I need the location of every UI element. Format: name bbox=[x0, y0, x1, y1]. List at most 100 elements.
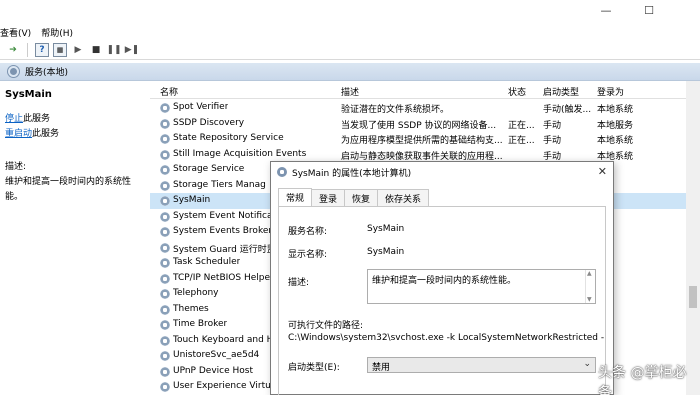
cell-startup: 手动(触发... bbox=[543, 105, 592, 115]
help-icon[interactable]: ? bbox=[35, 42, 49, 57]
cell-status: 正在... bbox=[508, 120, 535, 131]
service-gear-icon bbox=[160, 382, 170, 392]
description-textbox[interactable]: 维护和提高一段时间内的系统性能。 bbox=[367, 269, 596, 304]
stop-suffix: 此服务 bbox=[23, 114, 51, 124]
cell-name: System Events Broker bbox=[173, 226, 273, 236]
display-name-label: 显示名称: bbox=[288, 250, 328, 260]
toolbar: ➔ ? ▦ ▶ ■ ❚❚ ▶❚ bbox=[0, 40, 700, 60]
cell-name: TCP/IP NetBIOS Helpe bbox=[173, 272, 270, 283]
desc-label: 描述: bbox=[5, 162, 27, 172]
service-detail-panel: SysMain 停止此服务 重启动此服务 描述: 维护和提高一段时间内的系统性能… bbox=[0, 81, 150, 395]
table-row[interactable]: State Repository Service 为应用程序模型提供所需的基础结构… bbox=[150, 131, 690, 147]
col-startup[interactable]: 启动类型 bbox=[543, 85, 579, 98]
column-header-row: 名称 描述 状态 启动类型 登录为 bbox=[150, 81, 690, 99]
cell-name: UPnP Device Host bbox=[173, 365, 253, 376]
service-gear-icon bbox=[160, 118, 170, 129]
restart-suffix: 此服务 bbox=[32, 129, 60, 139]
service-gear-icon bbox=[160, 258, 170, 268]
pause-icon[interactable]: ❚❚ bbox=[106, 43, 121, 57]
watermark: 头条 @掌柜必备 bbox=[598, 365, 687, 395]
cell-desc: 验证潜在的文件系统损坏。 bbox=[341, 105, 450, 115]
cell-name: Storage Service bbox=[173, 164, 245, 174]
restart-icon[interactable]: ▶❚ bbox=[125, 43, 139, 57]
cell-name: SysMain bbox=[173, 195, 211, 205]
tab-logon[interactable]: 登录 bbox=[311, 189, 346, 206]
dialog-gear-icon bbox=[277, 167, 287, 177]
dialog-tabs: 常规 登录 恢复 依存关系 bbox=[278, 188, 430, 206]
col-desc[interactable]: 描述 bbox=[341, 85, 359, 98]
services-gear-icon bbox=[8, 66, 19, 77]
close-icon[interactable]: ✕ bbox=[598, 165, 607, 178]
description-scrollbar[interactable] bbox=[585, 270, 595, 303]
general-tab-panel: 服务名称: SysMain 显示名称: SysMain 描述: 维护和提高一段时… bbox=[278, 206, 606, 395]
cell-desc: 为应用程序模型提供所需的基础结构支... bbox=[341, 136, 503, 146]
cell-startup: 手动 bbox=[543, 120, 562, 131]
stop-service-link[interactable]: 停止 bbox=[5, 114, 23, 124]
menu-view[interactable]: 查看(V) bbox=[0, 26, 31, 39]
stop-icon[interactable]: ■ bbox=[89, 43, 103, 57]
restart-service-link[interactable]: 重启动 bbox=[5, 129, 32, 139]
cell-name: Task Scheduler bbox=[173, 257, 241, 267]
service-gear-icon bbox=[160, 366, 170, 377]
menu-help[interactable]: 帮助(H) bbox=[41, 26, 73, 39]
cell-logon: 本地系统 bbox=[597, 151, 634, 162]
service-gear-icon bbox=[160, 304, 170, 315]
dialog-titlebar: SysMain 的属性(本地计算机) bbox=[271, 162, 613, 182]
cell-name: System Guard 运行时监 bbox=[173, 244, 276, 255]
path-label: 可执行文件的路径: bbox=[288, 321, 364, 331]
table-row[interactable]: SSDP Discovery 当发现了使用 SSDP 协议的网络设备... 正在..… bbox=[150, 116, 690, 132]
cell-name: Telephony bbox=[173, 288, 219, 298]
cell-name: SSDP Discovery bbox=[173, 117, 245, 128]
chevron-down-icon: ⌄ bbox=[583, 359, 591, 369]
table-row[interactable]: Spot Verifier 验证潜在的文件系统损坏。 手动(触发... 本地系统 bbox=[150, 100, 690, 116]
path-value: C:\Windows\system32\svchost.exe -k Local… bbox=[288, 333, 604, 343]
service-gear-icon bbox=[160, 351, 170, 361]
description-value: 维护和提高一段时间内的系统性能。 bbox=[372, 276, 517, 286]
tab-recovery[interactable]: 恢复 bbox=[344, 189, 379, 206]
startup-type-label: 启动类型(E): bbox=[288, 363, 340, 373]
cell-name: State Repository Service bbox=[173, 133, 284, 143]
export-icon[interactable]: ➔ bbox=[6, 43, 20, 57]
service-name-label: 服务名称: bbox=[288, 227, 328, 237]
tab-dependencies[interactable]: 依存关系 bbox=[377, 189, 430, 206]
cell-logon: 本地系统 bbox=[597, 136, 634, 146]
properties-icon[interactable]: ▦ bbox=[53, 42, 67, 57]
service-gear-icon bbox=[160, 242, 170, 253]
startup-type-value: 禁用 bbox=[372, 363, 391, 373]
col-name[interactable]: 名称 bbox=[160, 85, 178, 98]
service-gear-icon bbox=[160, 227, 170, 237]
play-icon[interactable]: ▶ bbox=[71, 43, 85, 57]
scroll-thumb[interactable] bbox=[689, 286, 697, 308]
cell-startup: 手动 bbox=[543, 151, 562, 162]
cell-desc: 当发现了使用 SSDP 协议的网络设备... bbox=[341, 120, 497, 131]
table-row[interactable]: Still Image Acquisition Events 启动与静态映像获取事… bbox=[150, 147, 690, 163]
service-gear-icon bbox=[160, 211, 170, 222]
tab-general[interactable]: 常规 bbox=[278, 188, 313, 206]
cell-logon: 本地服务 bbox=[597, 120, 634, 131]
description-label: 描述: bbox=[288, 278, 310, 288]
col-logon[interactable]: 登录为 bbox=[597, 85, 624, 98]
toolbar-divider bbox=[27, 42, 28, 57]
service-gear-icon bbox=[160, 273, 170, 284]
cell-name: Time Broker bbox=[173, 319, 228, 329]
services-header: 服务(本地) bbox=[0, 63, 700, 81]
service-gear-icon bbox=[160, 196, 170, 206]
properties-dialog: SysMain 的属性(本地计算机) ✕ 常规 登录 恢复 依存关系 服务名称:… bbox=[270, 161, 614, 395]
maximize-button[interactable]: ☐ bbox=[635, 0, 663, 22]
stop-line: 停止此服务 bbox=[5, 112, 145, 127]
cell-name: Touch Keyboard and H bbox=[173, 334, 274, 345]
cell-name: Still Image Acquisition Events bbox=[173, 148, 307, 159]
display-name-value: SysMain bbox=[367, 247, 405, 257]
col-status[interactable]: 状态 bbox=[508, 85, 526, 98]
minimize-button[interactable]: — bbox=[592, 0, 620, 22]
startup-type-select[interactable]: 禁用 ⌄ bbox=[367, 357, 596, 373]
cell-name: Themes bbox=[173, 303, 209, 314]
service-gear-icon bbox=[160, 103, 170, 113]
services-title: 服务(本地) bbox=[25, 68, 69, 78]
service-gear-icon bbox=[160, 134, 170, 144]
dialog-title: SysMain 的属性(本地计算机) bbox=[292, 168, 412, 179]
cell-name: System Event Notifica bbox=[173, 210, 273, 221]
vertical-scrollbar[interactable] bbox=[686, 81, 700, 395]
cell-name: Storage Tiers Manag bbox=[173, 179, 266, 190]
cell-status: 正在... bbox=[508, 136, 535, 146]
